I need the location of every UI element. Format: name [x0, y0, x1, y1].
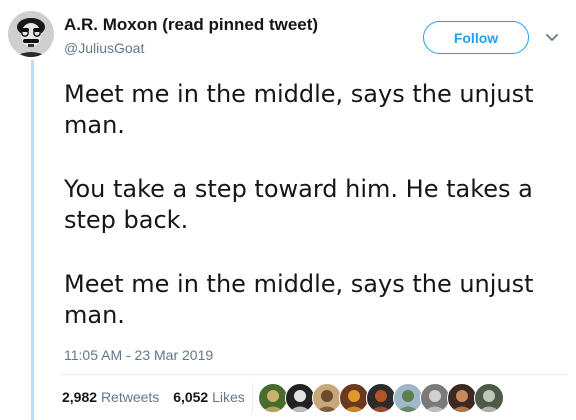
retweets-count: 2,982 [62, 389, 98, 405]
likes-count: 6,052 [173, 389, 209, 405]
liker-avatar-8[interactable] [447, 383, 477, 413]
tweet-paragraph: You take a step toward him. He takes a s… [64, 175, 533, 234]
author-handle[interactable]: @JuliusGoat [64, 40, 144, 56]
stats-separator [252, 383, 253, 413]
tweet-paragraph: Meet me in the middle, says the unjust m… [64, 80, 534, 139]
follow-button[interactable]: Follow [423, 21, 529, 54]
author-name[interactable]: A.R. Moxon (read pinned tweet) [64, 15, 318, 35]
likes-label: Likes [212, 389, 245, 405]
tweet-stats: 2,982 Retweets 6,052 Likes [62, 389, 255, 405]
liker-avatar-4[interactable] [339, 383, 369, 413]
retweets-stat[interactable]: 2,982 Retweets [62, 389, 159, 405]
author-avatar[interactable] [8, 11, 54, 57]
tweet-card: A.R. Moxon (read pinned tweet) @JuliusGo… [0, 0, 576, 420]
tweet-text: Meet me in the middle, says the unjust m… [64, 79, 564, 364]
author-avatar-image [8, 11, 54, 57]
likes-stat[interactable]: 6,052 Likes [173, 389, 245, 405]
liker-avatar-1[interactable] [258, 383, 288, 413]
liker-avatar-7[interactable] [420, 383, 450, 413]
liker-avatar-9[interactable] [474, 383, 504, 413]
liker-avatar-5[interactable] [366, 383, 396, 413]
thread-line [31, 60, 34, 420]
divider [62, 374, 568, 375]
chevron-down-icon[interactable] [543, 29, 561, 47]
liker-avatar-3[interactable] [312, 383, 342, 413]
liker-avatar-6[interactable] [393, 383, 423, 413]
retweets-label: Retweets [100, 389, 160, 405]
tweet-paragraph: Meet me in the middle, says the unjust m… [64, 270, 534, 329]
tweet-timestamp[interactable]: 11:05 AM - 23 Mar 2019 [64, 347, 213, 363]
liker-avatar-2[interactable] [285, 383, 315, 413]
